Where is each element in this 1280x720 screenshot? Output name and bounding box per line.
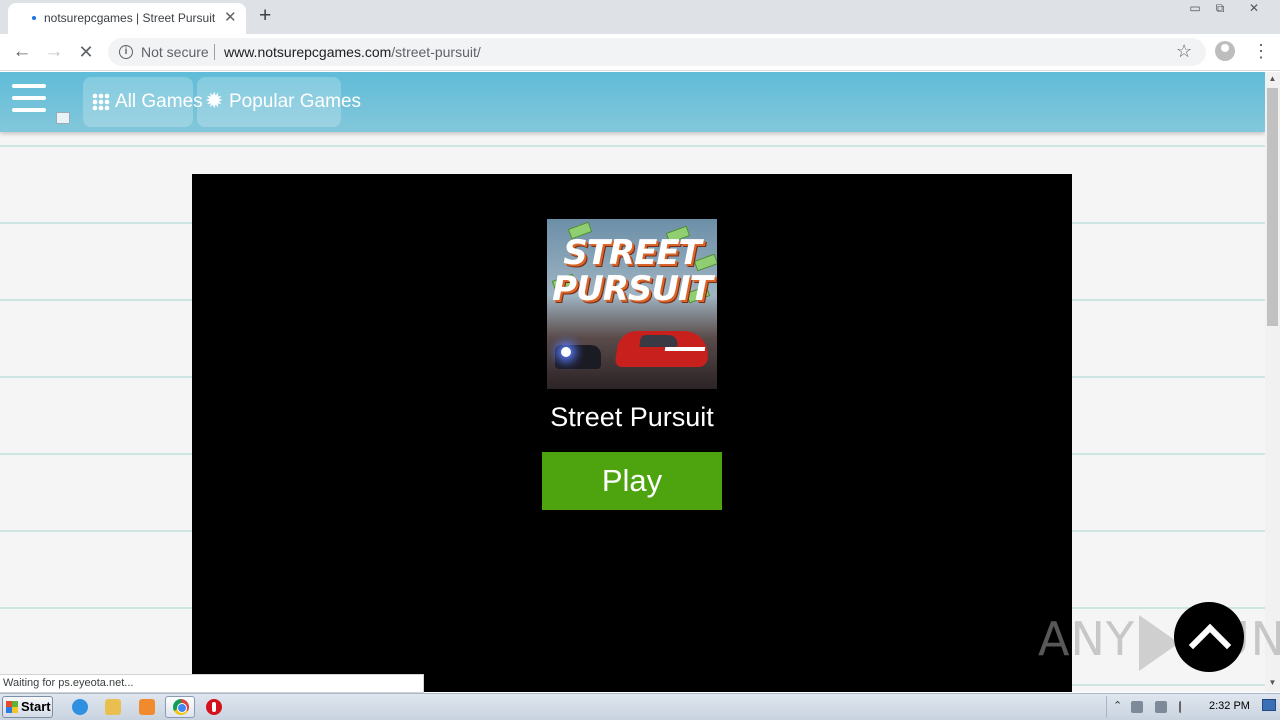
watermark-left: ANY: [1038, 612, 1135, 666]
url-path: /street-pursuit/: [391, 44, 481, 60]
browser-menu-icon[interactable]: ⋮: [1252, 40, 1270, 62]
page-viewport: All Games ✹ Popular Games STREET PURSUIT…: [0, 72, 1265, 692]
url-text[interactable]: www.notsurepcgames.com/street-pursuit/: [224, 44, 481, 60]
popular-games-button[interactable]: ✹ Popular Games: [197, 77, 361, 127]
tab-strip: notsurepcgames | Street Pursuit ✕ + ▭ ⧉ …: [0, 0, 1280, 34]
back-button[interactable]: ←: [9, 39, 35, 65]
cover-title-line1: STREET: [563, 233, 702, 273]
tab-close-icon[interactable]: ✕: [224, 9, 237, 27]
watermark-play-icon: [1138, 614, 1179, 671]
opera-icon[interactable]: [206, 699, 222, 715]
browser-tab[interactable]: notsurepcgames | Street Pursuit ✕: [8, 3, 246, 34]
start-label: Start: [21, 699, 51, 714]
show-desktop-icon[interactable]: [1262, 699, 1276, 711]
url-host: www.notsurepcgames.com: [224, 44, 392, 60]
tray-expand-icon[interactable]: ⌃: [1113, 699, 1122, 712]
cover-title-line2: PURSUIT: [552, 269, 713, 309]
siren-light-graphic: [561, 347, 571, 357]
forward-button[interactable]: →: [41, 39, 67, 65]
chrome-icon: [173, 699, 189, 715]
scroll-up-arrow-icon[interactable]: ▲: [1265, 74, 1280, 83]
game-cover-image[interactable]: STREET PURSUIT: [547, 219, 717, 389]
site-header: All Games ✹ Popular Games: [0, 72, 1265, 132]
stop-loading-button[interactable]: ✕: [73, 39, 99, 65]
new-tab-button[interactable]: +: [259, 5, 271, 27]
address-separator: [214, 44, 215, 60]
restore-window-icon[interactable]: ⧉: [1209, 0, 1231, 16]
network-icon[interactable]: [1131, 701, 1143, 713]
address-bar[interactable]: i Not secure www.notsurepcgames.com/stre…: [108, 38, 1206, 66]
scrollbar-thumb[interactable]: [1267, 88, 1278, 326]
broken-logo-image[interactable]: [56, 112, 70, 124]
start-button[interactable]: Start: [2, 696, 53, 718]
loading-favicon-icon: [32, 16, 36, 20]
play-button[interactable]: Play: [542, 452, 722, 510]
browser-toolbar: ← → ✕ i Not secure www.notsurepcgames.co…: [0, 34, 1280, 71]
volume-icon[interactable]: [1155, 701, 1167, 713]
clock[interactable]: 2:32 PM: [1209, 700, 1250, 712]
profile-avatar-icon[interactable]: [1215, 41, 1235, 61]
page-scrollbar[interactable]: ▲ ▼: [1265, 72, 1280, 692]
tab-title: notsurepcgames | Street Pursuit: [44, 11, 216, 25]
windows-logo-icon: [6, 701, 18, 713]
system-tray: ⌃ 2:32 PM: [1106, 696, 1254, 718]
game-title: Street Pursuit: [550, 402, 714, 432]
burst-icon: ✹: [205, 88, 224, 113]
all-games-button[interactable]: All Games: [83, 77, 203, 127]
info-icon[interactable]: i: [119, 45, 133, 59]
scroll-to-top-button[interactable]: [1174, 602, 1244, 672]
game-panel: STREET PURSUIT Street Pursuit Play: [192, 174, 1072, 692]
chrome-taskbar-button[interactable]: [165, 696, 195, 718]
internet-explorer-icon[interactable]: [72, 699, 88, 715]
red-car-graphic: [614, 331, 712, 367]
close-window-icon[interactable]: ✕: [1243, 0, 1265, 16]
file-explorer-icon[interactable]: [105, 699, 121, 715]
grid-icon: [92, 93, 110, 111]
all-games-label: All Games: [115, 91, 203, 112]
scroll-down-arrow-icon[interactable]: ▼: [1265, 678, 1280, 687]
minimize-window-icon[interactable]: ▭: [1184, 0, 1206, 16]
action-center-flag-icon[interactable]: [1179, 701, 1191, 713]
media-player-icon[interactable]: [139, 699, 155, 715]
windows-taskbar: Start ⌃ 2:32 PM: [0, 693, 1280, 720]
bookmark-star-icon[interactable]: ☆: [1176, 41, 1192, 61]
hamburger-menu-icon[interactable]: [12, 84, 46, 116]
security-label[interactable]: Not secure: [141, 44, 209, 60]
popular-games-label: Popular Games: [229, 91, 362, 112]
status-bubble: Waiting for ps.eyeota.net...: [0, 674, 424, 693]
